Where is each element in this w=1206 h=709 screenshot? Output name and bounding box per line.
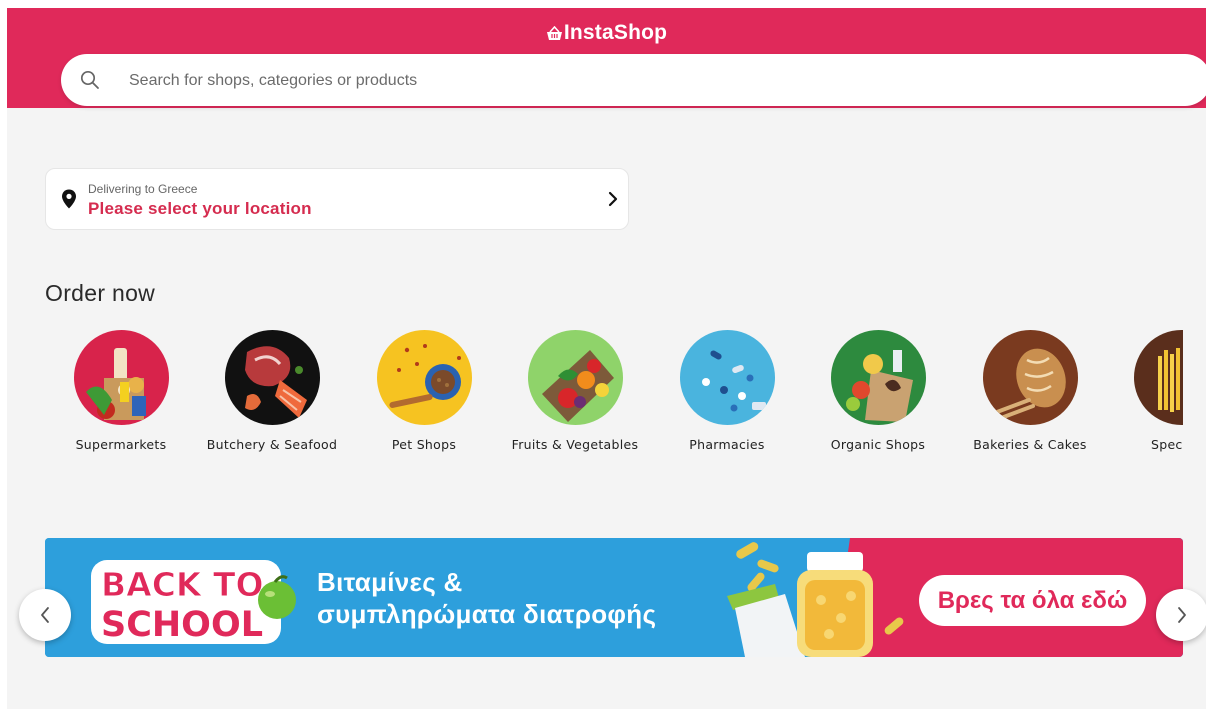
category-bakeries-cakes[interactable]: Bakeries & Cakes xyxy=(955,330,1105,460)
category-label: Supermarkets xyxy=(75,437,167,452)
category-label: Organic Shops xyxy=(830,437,926,452)
search-icon xyxy=(80,70,100,95)
category-pharmacies[interactable]: Pharmacies xyxy=(652,330,802,460)
category-label: Specialty xyxy=(1150,437,1183,452)
category-supermarkets[interactable]: Supermarkets xyxy=(46,330,196,460)
banner-headline-line2: συμπληρώματα διατροφής xyxy=(317,599,657,629)
header: InstaShop xyxy=(7,8,1206,108)
banner-headline: Βιταμίνες & συμπληρώματα διατροφής xyxy=(317,566,656,630)
category-label: Butchery & Seafood xyxy=(206,437,338,452)
basket-icon xyxy=(546,22,563,48)
banner-headline-line1: Βιταμίνες & xyxy=(317,567,463,597)
carousel-prev-button[interactable] xyxy=(19,589,71,641)
category-label: Pharmacies xyxy=(689,437,765,452)
delivering-caption: Delivering to Greece xyxy=(88,182,198,196)
select-location-text: Please select your location xyxy=(88,199,312,218)
bakeries-cakes-image xyxy=(983,330,1078,425)
page: InstaShop Delivering to Greece Please se… xyxy=(7,8,1206,709)
location-selector[interactable]: Delivering to Greece Please select your … xyxy=(45,168,629,230)
carousel-next-button[interactable] xyxy=(1156,589,1206,641)
find-all-here-button[interactable]: Βρες τα όλα εδώ xyxy=(919,575,1146,626)
pet-shops-image xyxy=(377,330,472,425)
pharmacies-image xyxy=(680,330,775,425)
supermarkets-image xyxy=(74,330,169,425)
category-label: Bakeries & Cakes xyxy=(973,437,1087,452)
search-input[interactable] xyxy=(127,66,1031,96)
specialty-image xyxy=(1134,330,1183,425)
category-fruits-vegetables[interactable]: Fruits & Vegetables xyxy=(500,330,650,460)
category-specialty[interactable]: Specialty xyxy=(1106,330,1183,460)
svg-text:BACK TO: BACK TO xyxy=(101,565,264,604)
butchery-seafood-image xyxy=(225,330,320,425)
location-pin-icon xyxy=(61,189,77,214)
brand-logo[interactable]: InstaShop xyxy=(7,20,1206,48)
back-to-school-logo: BACK TO SCHOOL xyxy=(91,560,296,645)
promo-banner[interactable]: BACK TO SCHOOL Βιταμίνες & συμπληρώματα … xyxy=(45,538,1183,657)
category-carousel: Supermarkets Butchery & Seafood Pet Shop… xyxy=(7,330,1183,460)
organic-shops-image xyxy=(831,330,926,425)
fruits-vegetables-image xyxy=(528,330,623,425)
order-now-title: Order now xyxy=(45,280,156,306)
category-butchery-seafood[interactable]: Butchery & Seafood xyxy=(197,330,347,460)
svg-text:SCHOOL: SCHOOL xyxy=(101,605,263,645)
chevron-right-icon xyxy=(608,191,618,212)
category-organic-shops[interactable]: Organic Shops xyxy=(803,330,953,460)
brand-name: InstaShop xyxy=(563,21,668,44)
search-bar[interactable] xyxy=(61,54,1206,106)
category-label: Pet Shops xyxy=(391,437,457,452)
category-pet-shops[interactable]: Pet Shops xyxy=(349,330,499,460)
category-label: Fruits & Vegetables xyxy=(511,437,639,452)
